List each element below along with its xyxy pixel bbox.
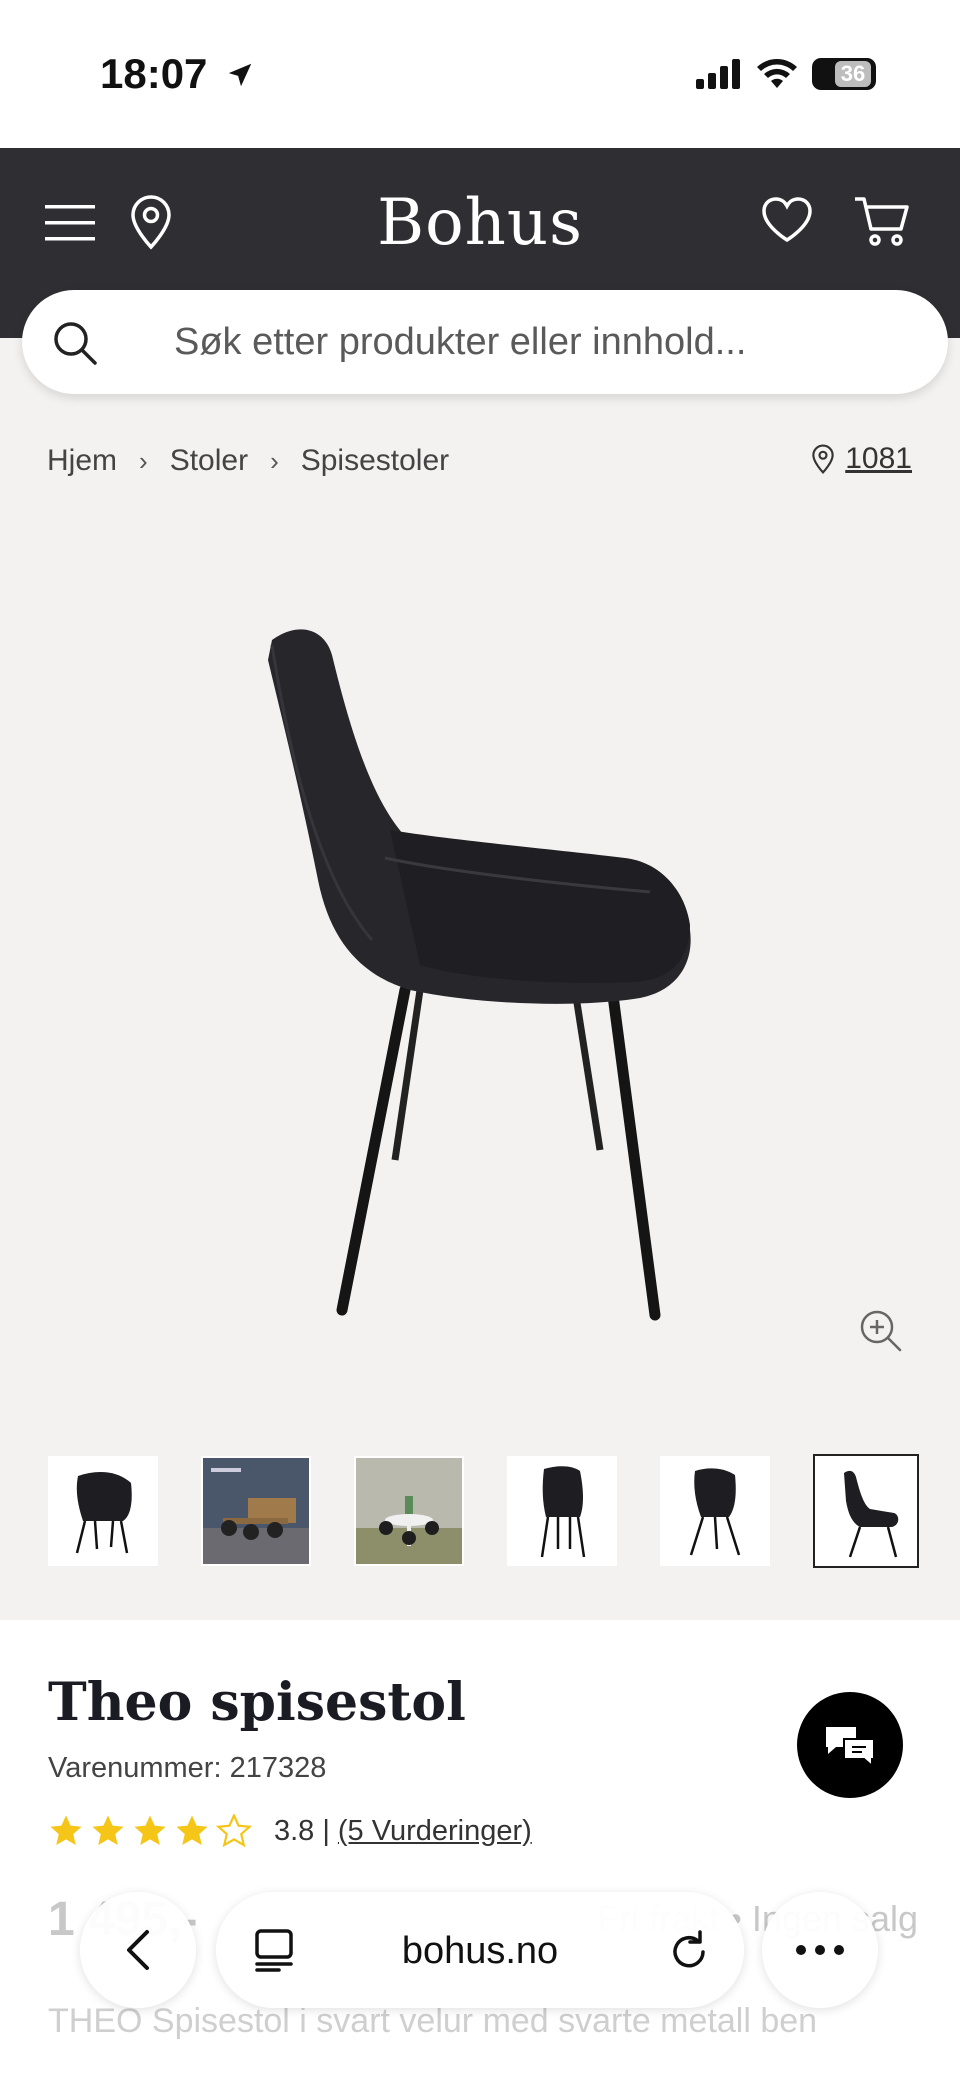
battery-level: 36 — [834, 61, 872, 87]
chevron-right-icon: › — [270, 445, 279, 476]
breadcrumb-stoler[interactable]: Stoler — [170, 444, 248, 478]
breadcrumb-spisestoler[interactable]: Spisestoler — [301, 444, 449, 478]
thumbnail-3[interactable] — [354, 1456, 464, 1566]
product-rating: 3.8 | (5 Vurderinger) — [48, 1814, 532, 1848]
browser-more-button[interactable] — [762, 1892, 878, 2008]
chair-angle-thumbnail — [689, 1468, 741, 1556]
reviews-link[interactable]: (5 Vurderinger) — [338, 1815, 532, 1848]
location-pin-icon — [812, 444, 834, 474]
wishlist-button[interactable] — [760, 194, 814, 246]
rating-separator: | — [322, 1814, 330, 1847]
battery-indicator: 36 — [812, 58, 876, 90]
chat-bubbles-icon — [826, 1727, 875, 1769]
thumbnail-gallery — [48, 1454, 919, 1568]
chair-front-thumbnail — [540, 1466, 586, 1558]
zoom-in-icon — [860, 1310, 902, 1352]
breadcrumb: Hjem › Stoler › Spisestoler — [47, 444, 449, 478]
dining-scene-thumbnail — [356, 1458, 462, 1564]
browser-back-button[interactable] — [80, 1892, 196, 2008]
search-bar[interactable] — [22, 290, 948, 394]
selected-store[interactable]: 1081 — [811, 442, 912, 476]
star-filled-icon — [134, 1815, 166, 1846]
status-time-text: 18:07 — [100, 50, 208, 97]
star-empty-icon — [216, 1814, 252, 1848]
chat-button[interactable] — [797, 1692, 903, 1798]
product-title: Theo spisestol — [48, 1672, 466, 1733]
thumbnail-4[interactable] — [507, 1456, 617, 1566]
breadcrumb-home[interactable]: Hjem — [47, 444, 117, 478]
product-image[interactable] — [0, 520, 960, 1380]
star-filled-icon — [92, 1815, 124, 1846]
shopping-cart-icon — [855, 197, 909, 246]
star-filled-icon — [176, 1815, 208, 1846]
chevron-right-icon: › — [139, 445, 148, 476]
thumbnail-5[interactable] — [660, 1456, 770, 1566]
star-filled-icon — [50, 1815, 82, 1846]
browser-url[interactable]: bohus.no — [216, 1930, 744, 1973]
site-logo[interactable]: Bohus — [0, 186, 960, 260]
status-time: 18:07 — [100, 50, 255, 98]
more-dots-icon — [796, 1945, 844, 1955]
rating-stars — [48, 1814, 252, 1848]
wifi-icon — [757, 59, 797, 88]
store-number[interactable]: 1081 — [845, 442, 912, 476]
browser-address-bar[interactable]: bohus.no — [216, 1892, 744, 2008]
browser-toolbar: bohus.no — [0, 1880, 960, 2020]
room-scene-thumbnail — [203, 1458, 309, 1564]
status-bar: 18:07 36 — [0, 0, 960, 148]
location-arrow-icon — [228, 63, 252, 87]
search-icon — [54, 322, 97, 365]
rating-value: 3.8 — [274, 1814, 315, 1847]
cart-button[interactable] — [852, 194, 912, 248]
chair-front-thumbnail — [75, 1471, 132, 1554]
thumbnail-1[interactable] — [48, 1456, 158, 1566]
product-sku: Varenummer: 217328 — [48, 1752, 327, 1784]
chevron-left-icon — [127, 1930, 149, 1970]
chair-side-thumbnail — [844, 1470, 899, 1558]
reload-icon[interactable] — [668, 1928, 710, 1972]
zoom-button[interactable] — [858, 1308, 904, 1359]
signal-icon — [696, 59, 740, 89]
heart-icon — [762, 197, 812, 243]
search-input[interactable] — [174, 314, 894, 370]
thumbnail-6-selected[interactable] — [813, 1454, 919, 1568]
status-indicators: 36 — [696, 58, 876, 90]
chair-image — [268, 629, 691, 1321]
thumbnail-2[interactable] — [201, 1456, 311, 1566]
